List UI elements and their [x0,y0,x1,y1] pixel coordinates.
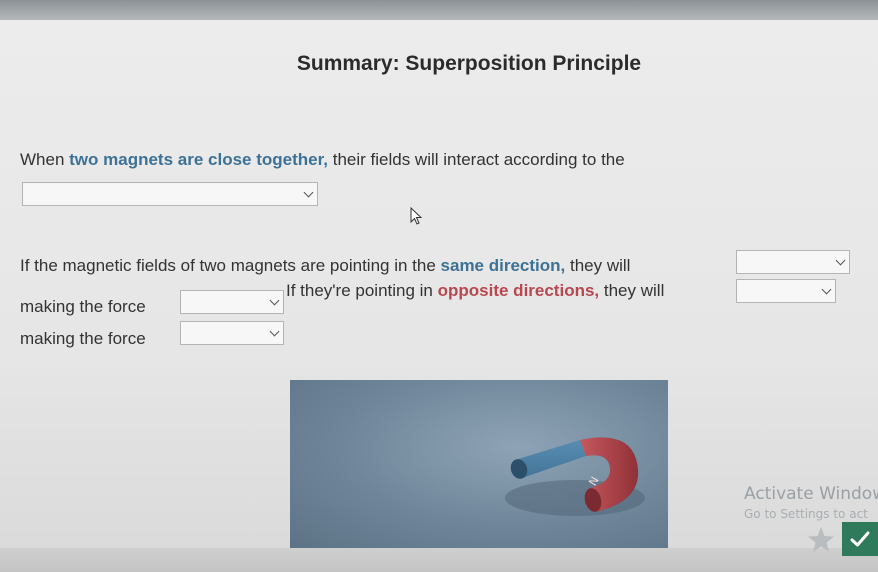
intro-highlight: two magnets are close together, [69,150,328,169]
activate-windows-subtitle: Go to Settings to act [744,507,868,521]
chevron-down-icon [821,284,832,295]
chevron-down-icon [269,326,280,337]
intro-sentence: When two magnets are close together, the… [20,150,625,169]
opposite-directions-highlight: opposite directions, [437,281,600,300]
chevron-down-icon [303,187,314,198]
same-direction-force-dropdown[interactable] [180,290,284,314]
submit-check-button[interactable] [842,522,878,556]
star-icon[interactable] [806,525,836,555]
top-window-strip [0,0,878,20]
horseshoe-magnet-icon: N [505,437,645,516]
same-direction-sentence: If the magnetic fields of two magnets ar… [20,256,631,275]
mouse-pointer-icon [410,207,423,225]
opposite-direction-action-dropdown[interactable] [736,279,836,303]
activate-windows-watermark: Activate Windows [744,484,878,504]
same-direction-highlight: same direction, [440,256,566,275]
checkmark-icon [850,531,870,547]
page-title: Summary: Superposition Principle [296,52,642,75]
bottom-toolbar [0,548,878,572]
principle-dropdown[interactable] [22,182,318,206]
same-direction-action-dropdown[interactable] [736,250,850,274]
opposite-direction-force-dropdown[interactable] [180,321,284,345]
chevron-down-icon [835,255,846,266]
opposite-direction-sentence: If they're pointing in opposite directio… [286,281,665,300]
making-force-label-2: making the force [20,329,146,348]
horseshoe-magnet-photo: N [290,380,668,548]
chevron-down-icon [269,295,280,306]
making-force-label-1: making the force [20,297,146,316]
